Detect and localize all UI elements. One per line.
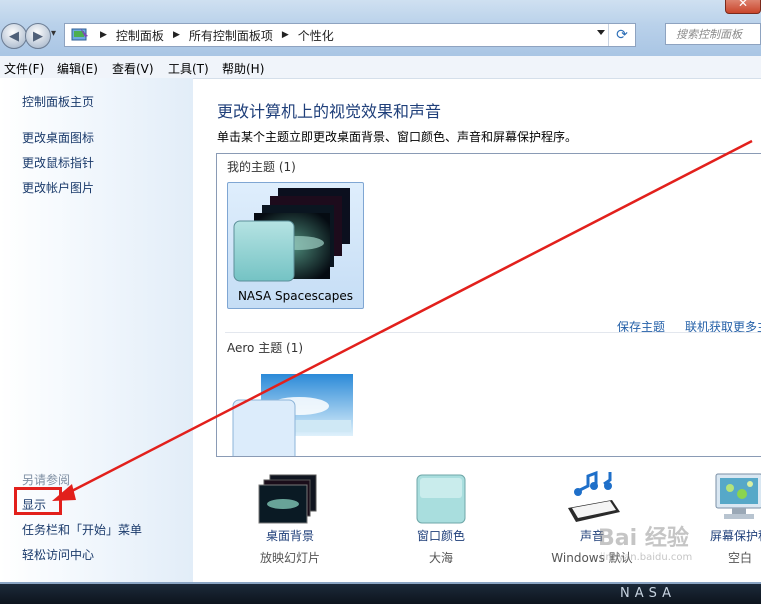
desktop-background-icon — [258, 474, 317, 524]
refresh-icon: ⟳ — [616, 27, 628, 43]
option-label: 窗口颜色 — [416, 529, 465, 543]
sidebar-link-mouse-pointers[interactable]: 更改鼠标指针 — [22, 154, 94, 171]
page-title: 更改计算机上的视觉效果和声音 — [217, 102, 442, 121]
search-input[interactable]: 搜索控制面板 — [665, 23, 761, 45]
menu-bar: 文件(F) 编辑(E) 查看(V) 工具(T) 帮助(H) — [0, 56, 761, 79]
theme-name-label: NASA Spacescapes — [237, 289, 354, 303]
see-also-heading: 另请参阅 — [22, 473, 71, 487]
menu-edit[interactable]: 编辑(E) — [57, 60, 98, 77]
highlight-box — [14, 487, 62, 515]
watermark-url: jingyan.baidu.com — [600, 552, 693, 563]
group-divider — [225, 332, 761, 333]
screen-saver-icon — [715, 473, 761, 519]
chevron-down-icon: ▾ — [51, 28, 57, 39]
breadcrumb-separator-icon: ▶ — [281, 30, 289, 40]
menu-view[interactable]: 查看(V) — [112, 60, 154, 77]
page-subtitle: 单击某个主题立即更改桌面背景、窗口颜色、声音和屏幕保护程序。 — [217, 130, 578, 144]
menu-tools[interactable]: 工具(T) — [168, 60, 209, 77]
refresh-button[interactable]: ⟳ — [608, 24, 635, 46]
control-panel-icon — [71, 28, 88, 41]
breadcrumb-all-items[interactable]: 所有控制面板项 — [189, 27, 273, 44]
sidebar-link-ease-of-access[interactable]: 轻松访问中心 — [22, 546, 94, 563]
recent-pages-dropdown[interactable]: ▾ — [51, 28, 56, 39]
breadcrumb-separator-icon: ▶ — [100, 30, 107, 40]
breadcrumb-control-panel[interactable]: 控制面板 — [116, 27, 164, 44]
watermark-brand: Bai 经验 — [598, 526, 689, 551]
taskbar-wallpaper-text: NASA — [620, 586, 677, 601]
aero-themes-group-label: Aero 主题 (1) — [227, 341, 304, 355]
sounds-icon — [568, 470, 620, 522]
option-value: 放映幻灯片 — [259, 551, 320, 565]
address-dropdown-icon[interactable] — [597, 30, 605, 35]
back-button[interactable]: ◀ — [1, 23, 27, 49]
forward-button[interactable]: ▶ — [25, 23, 51, 49]
taskbar: NASA — [0, 582, 761, 604]
theme-nasa-spacescapes[interactable]: NASA Spacescapes — [227, 182, 364, 309]
breadcrumb-personalization[interactable]: 个性化 — [298, 27, 334, 44]
option-value: 大海 — [428, 551, 453, 565]
nasa-theme-thumbnail-icon — [233, 188, 350, 282]
sidebar-link-account-picture: 更改帐户图片 — [22, 181, 95, 195]
window-color-icon — [416, 474, 466, 524]
aero-theme-thumbnail-icon[interactable] — [231, 372, 361, 457]
back-arrow-icon: ◀ — [9, 28, 19, 44]
option-label: 屏幕保护程 — [709, 529, 761, 543]
my-themes-group-label: 我的主题 (1) — [227, 160, 296, 174]
forward-arrow-icon: ▶ — [33, 28, 43, 44]
close-icon: ✕ — [737, 0, 749, 10]
close-button[interactable]: ✕ — [725, 0, 761, 14]
title-bar: ✕ ◀ ▶ ▾ ▶ 控制面板 ▶ 所有控制面板项 ▶ 个性化 ⟳ 搜索控制面板 — [0, 0, 761, 56]
theme-list[interactable]: 我的主题 (1) NASA Spacescapes 保存主题 联机获取更多主 A… — [216, 153, 761, 457]
sidebar-home-link[interactable]: 控制面板主页 — [22, 93, 94, 110]
sidebar-link-taskbar-start-menu[interactable]: 任务栏和「开始」菜单 — [22, 521, 142, 538]
sidebar-link-desktop-icons[interactable]: 更改桌面图标 — [22, 129, 94, 146]
option-label: 桌面背景 — [265, 529, 314, 543]
menu-help[interactable]: 帮助(H) — [222, 60, 264, 77]
breadcrumb-separator-icon: ▶ — [172, 30, 180, 40]
address-bar[interactable]: ▶ 控制面板 ▶ 所有控制面板项 ▶ 个性化 ⟳ — [64, 23, 636, 47]
option-value: 空白 — [727, 551, 752, 565]
menu-file[interactable]: 文件(F) — [4, 60, 44, 77]
